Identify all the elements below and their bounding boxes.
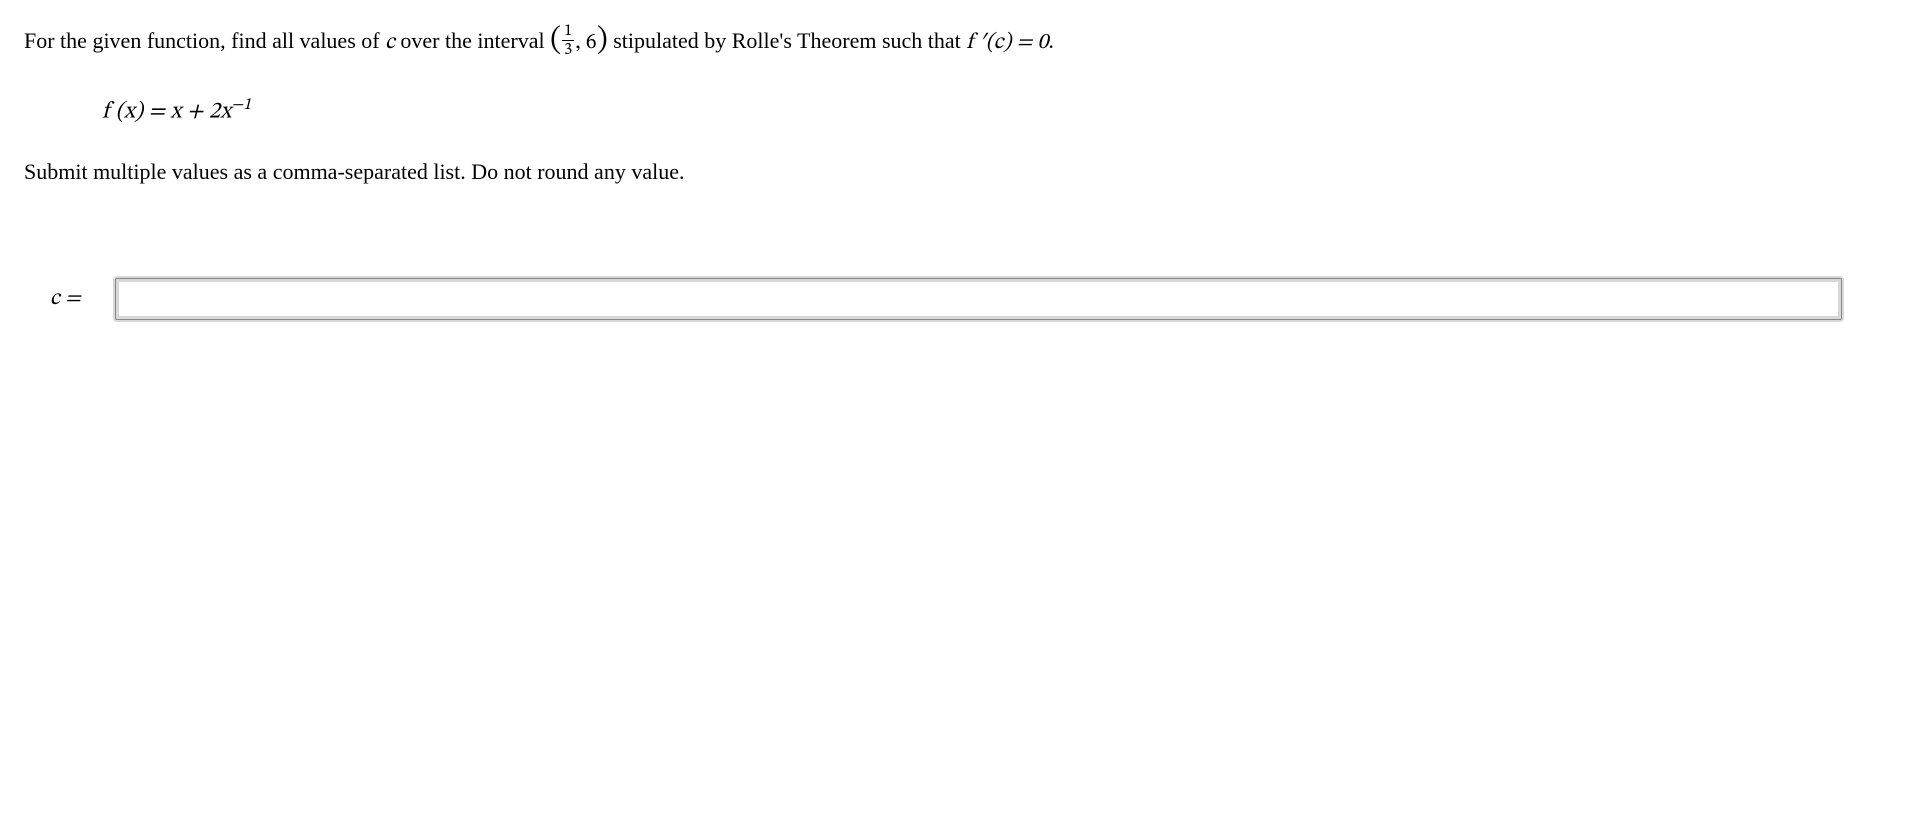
paren-close: )	[597, 26, 608, 56]
answer-var: c	[50, 288, 60, 310]
f-prime-equation: f ′(c) = 0	[966, 32, 1048, 54]
question-text: For the given function, find all values …	[24, 20, 1882, 66]
fraction-denominator: 3	[562, 41, 574, 59]
answer-row: c =	[50, 278, 1882, 320]
instruction-text: Submit multiple values as a comma-separa…	[24, 155, 1882, 188]
function-lhs: f (x) = x + 2x	[102, 101, 231, 124]
answer-equals: =	[60, 288, 81, 310]
paren-open: (	[550, 26, 561, 56]
var-c: c	[385, 32, 395, 54]
question-period: .	[1048, 28, 1054, 53]
question-over-interval: over the interval	[395, 28, 550, 53]
fraction: 13	[562, 23, 574, 59]
function-definition: f (x) = x + 2x−1	[102, 94, 1882, 127]
fraction-numerator: 1	[562, 23, 574, 41]
answer-label: c =	[50, 285, 81, 313]
question-intro: For the given function, find all values …	[24, 28, 385, 53]
question-stipulated: stipulated by Rolle's Theorem such that	[608, 28, 967, 53]
function-exponent: −1	[231, 96, 251, 113]
interval-rest: , 6	[575, 32, 596, 54]
answer-input[interactable]	[115, 278, 1842, 320]
